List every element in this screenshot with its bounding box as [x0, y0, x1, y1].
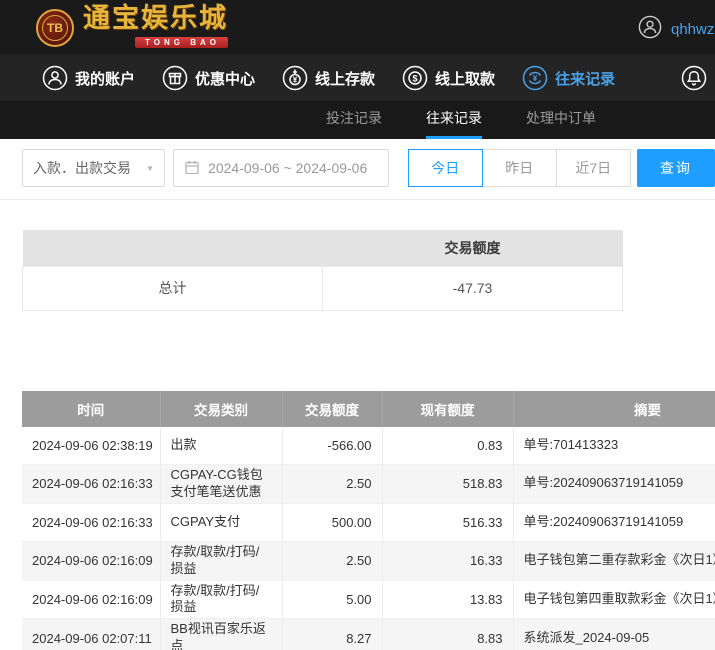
nav-label: 优惠中心 [195, 70, 256, 88]
cell-amount: 5.00 [282, 580, 383, 620]
col-header-time: 时间 [22, 390, 161, 427]
today-button[interactable]: 今日 [407, 149, 483, 187]
date-range-input[interactable]: 2024-09-06 ~ 2024-09-06 [173, 149, 389, 187]
account-icon [42, 65, 68, 91]
cell-balance: 0.83 [382, 426, 514, 465]
cell-balance: 13.83 [382, 580, 514, 620]
cell-summary: 单号:701413323 [513, 426, 715, 465]
logo-coin-text: TB [42, 14, 68, 41]
filter-bar: 入款．出款交易 ▼ 2024-09-06 ~ 2024-09-06 今日 昨日 … [0, 139, 715, 200]
logo-subtitle: TONG BAO [135, 37, 228, 48]
tab-transaction-records[interactable]: 往来记录 [426, 101, 482, 139]
cell-balance: 516.33 [382, 503, 514, 542]
cell-amount: 2.50 [282, 541, 383, 581]
records-subnav: 投注记录 往来记录 处理中订单 [0, 101, 715, 139]
nav-item-withdraw[interactable]: $ 线上取款 [402, 65, 495, 91]
tab-betting-records[interactable]: 投注记录 [326, 101, 382, 139]
cell-summary: 电子钱包第四重取款彩金《次日1》_0905 [513, 580, 715, 620]
records-icon: ¥ [522, 65, 548, 91]
cell-amount: 500.00 [282, 503, 383, 542]
summary-total-row: 总计 -47.73 [22, 265, 623, 311]
quick-date-group: 今日 昨日 近7日 [407, 149, 631, 187]
nav-item-deposit[interactable]: ¥ 线上存款 [282, 65, 375, 91]
nav-item-transaction-records[interactable]: ¥ 往来记录 [522, 65, 615, 91]
col-header-balance: 现有额度 [382, 390, 514, 427]
col-header-amount: 交易额度 [282, 390, 383, 427]
topbar: TB 通宝娱乐城 TONG BAO qhhwz [0, 0, 715, 55]
cell-time: 2024-09-06 02:07:11 [22, 618, 161, 650]
records-section: 时间 交易类别 交易额度 现有额度 摘要 2024-09-06 02:38:19… [22, 390, 715, 650]
user-account[interactable]: qhhwz [638, 15, 715, 44]
col-header-type: 交易类别 [160, 390, 283, 427]
nav-label: 往来记录 [555, 70, 616, 88]
cell-time: 2024-09-06 02:16:33 [22, 503, 161, 542]
cell-summary: 系统派发_2024-09-05 [513, 618, 715, 650]
search-button[interactable]: 查询 [636, 149, 715, 187]
deposit-icon: ¥ [282, 65, 308, 91]
bell-icon [681, 65, 707, 91]
cell-summary: 单号:202409063719141059 [513, 503, 715, 542]
logo-coin-icon: TB [36, 8, 74, 47]
table-row: 2024-09-06 02:16:33 CGPAY支付 500.00 516.3… [22, 503, 715, 542]
cell-time: 2024-09-06 02:16:33 [22, 464, 161, 504]
cell-time: 2024-09-06 02:16:09 [22, 580, 161, 620]
cell-type: 存款/取款/打码/损益 [160, 580, 283, 620]
nav-label: 线上存款 [315, 70, 376, 88]
cell-balance: 8.83 [382, 618, 514, 650]
logo-title: 通宝娱乐城 [83, 3, 228, 34]
nav-item-messages[interactable] [681, 65, 707, 91]
cell-time: 2024-09-06 02:38:19 [22, 426, 161, 465]
nav-item-promotions[interactable]: 优惠中心 [162, 65, 255, 91]
last-7-days-button[interactable]: 近7日 [555, 149, 631, 187]
summary-total-label: 总计 [22, 265, 323, 311]
tab-processing-orders[interactable]: 处理中订单 [526, 101, 596, 139]
cell-type: CGPAY-CG钱包支付笔笔送优惠 [160, 464, 283, 504]
table-row: 2024-09-06 02:16:09 存款/取款/打码/损益 5.00 13.… [22, 580, 715, 620]
table-row: 2024-09-06 02:16:33 CGPAY-CG钱包支付笔笔送优惠 2.… [22, 464, 715, 504]
svg-text:¥: ¥ [293, 76, 298, 85]
cell-balance: 518.83 [382, 464, 514, 504]
cell-type: BB视讯百家乐返点 [160, 618, 283, 650]
summary-header-empty [22, 230, 323, 266]
svg-text:$: $ [413, 74, 418, 84]
cell-summary: 单号:202409063719141059 [513, 464, 715, 504]
date-range-value: 2024-09-06 ~ 2024-09-06 [208, 160, 368, 176]
records-table: 时间 交易类别 交易额度 现有额度 摘要 2024-09-06 02:38:19… [22, 390, 715, 650]
summary-table: 交易额度 总计 -47.73 [22, 230, 623, 311]
username: qhhwz [671, 21, 715, 38]
chevron-down-icon: ▼ [146, 163, 155, 173]
nav-item-my-account[interactable]: 我的账户 [42, 65, 135, 91]
table-row: 2024-09-06 02:16:09 存款/取款/打码/损益 2.50 16.… [22, 541, 715, 581]
summary-section: 交易额度 总计 -47.73 [22, 230, 715, 311]
nav-label: 我的账户 [75, 70, 136, 88]
promotion-icon [162, 65, 188, 91]
user-avatar-icon [638, 15, 662, 44]
site-logo[interactable]: TB 通宝娱乐城 TONG BAO [36, 5, 228, 50]
cell-amount: 2.50 [282, 464, 383, 504]
cell-type: 存款/取款/打码/损益 [160, 541, 283, 581]
cell-summary: 电子钱包第二重存款彩金《次日1》_0905 [513, 541, 715, 581]
cell-time: 2024-09-06 02:16:09 [22, 541, 161, 581]
main-nav: 我的账户 优惠中心 ¥ 线上存款 $ 线上取款 ¥ 往来记录 [0, 55, 715, 101]
cell-amount: -566.00 [282, 426, 383, 465]
table-row: 2024-09-06 02:38:19 出款 -566.00 0.83 单号:7… [22, 426, 715, 465]
transaction-type-value: 入款．出款交易 [33, 160, 131, 176]
records-header-row: 时间 交易类别 交易额度 现有额度 摘要 [22, 390, 715, 427]
cell-type: 出款 [160, 426, 283, 465]
yesterday-button[interactable]: 昨日 [481, 149, 557, 187]
logo-text: 通宝娱乐城 TONG BAO [83, 5, 228, 50]
table-row: 2024-09-06 02:07:11 BB视讯百家乐返点 8.27 8.83 … [22, 618, 715, 650]
withdraw-icon: $ [402, 65, 428, 91]
transaction-type-select[interactable]: 入款．出款交易 ▼ [22, 149, 166, 187]
cell-type: CGPAY支付 [160, 503, 283, 542]
cell-amount: 8.27 [282, 618, 383, 650]
cell-balance: 16.33 [382, 541, 514, 581]
summary-header-amount: 交易额度 [322, 230, 623, 266]
calendar-icon [184, 159, 200, 178]
col-header-summary: 摘要 [513, 390, 715, 427]
summary-total-value: -47.73 [322, 265, 623, 311]
svg-text:¥: ¥ [533, 74, 538, 83]
nav-label: 线上取款 [435, 70, 496, 88]
